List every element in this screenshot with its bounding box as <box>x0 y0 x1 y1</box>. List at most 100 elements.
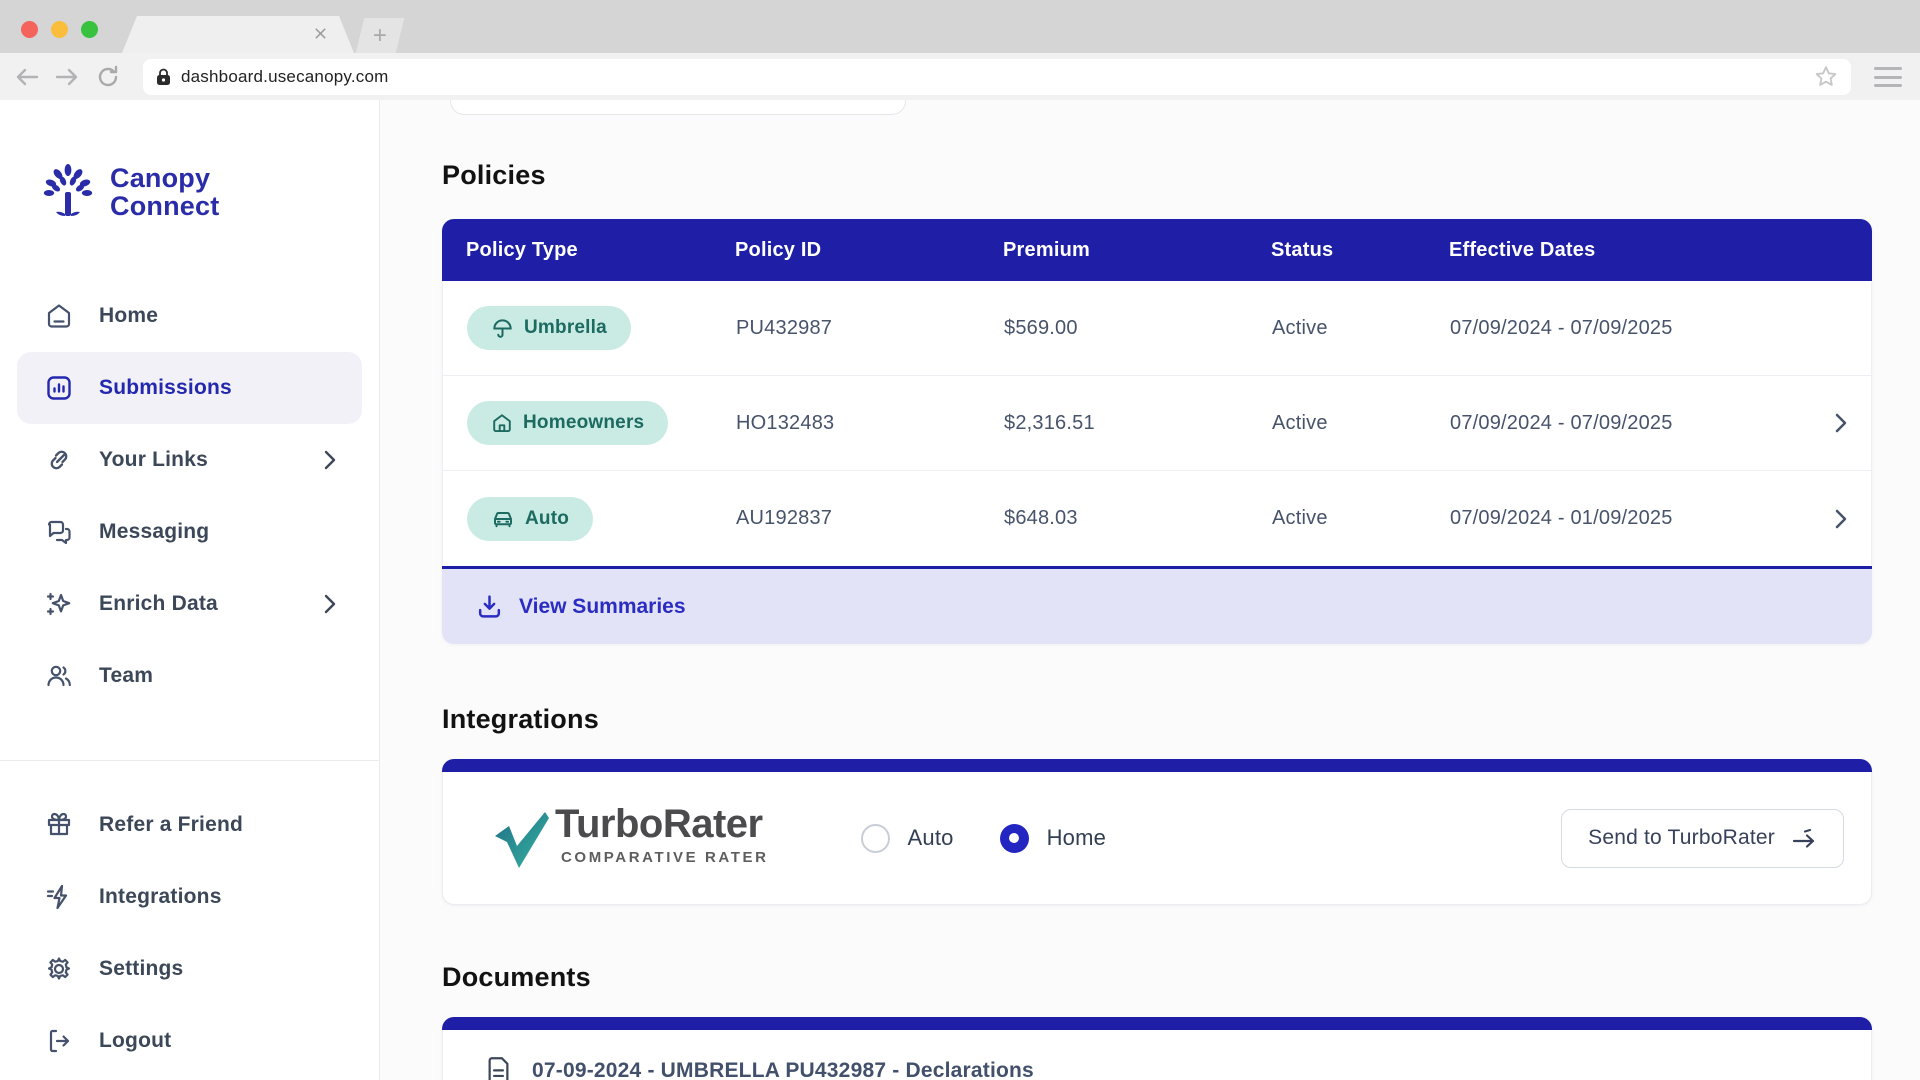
turborater-tagline: COMPARATIVE RATER <box>561 849 769 866</box>
sidebar-item-messaging[interactable]: Messaging <box>0 496 379 568</box>
policy-id-cell: PU432987 <box>736 316 833 339</box>
status-cell: Active <box>1272 507 1328 529</box>
policy-id-cell: HO132483 <box>736 411 835 434</box>
chevron-right-icon <box>324 594 336 614</box>
documents-card: 07-09-2024 - UMBRELLA PU432987 - Declara… <box>442 1017 1872 1080</box>
table-row-auto[interactable]: Auto AU192837 $648.03 Active 07/09/2024 … <box>442 471 1872 566</box>
canopy-connect-logo[interactable]: Canopy Connect <box>40 162 379 222</box>
turborater-check-icon <box>495 812 549 868</box>
col-effective-dates: Effective Dates <box>1449 238 1596 261</box>
sidebar-item-integrations[interactable]: Integrations <box>0 861 379 933</box>
send-to-turborater-button[interactable]: Send to TurboRater <box>1561 808 1844 868</box>
sidebar-item-label: Messaging <box>99 520 210 543</box>
effective-dates-cell: 07/09/2024 - 07/09/2025 <box>1450 316 1673 339</box>
turborater-logo: TurboRater COMPARATIVE RATER <box>489 802 769 874</box>
document-row[interactable]: 07-09-2024 - UMBRELLA PU432987 - Declara… <box>443 1030 1871 1080</box>
chevron-right-icon <box>324 450 336 470</box>
close-window-button[interactable] <box>21 21 38 38</box>
radio-home[interactable]: Home <box>999 823 1107 853</box>
sidebar-item-label: Logout <box>99 1029 172 1052</box>
turborater-name: TurboRater <box>555 802 763 846</box>
radio-circle-icon[interactable] <box>860 823 890 853</box>
sidebar-divider <box>0 760 379 761</box>
card-accent-bar <box>442 759 1872 772</box>
link-icon <box>50 450 68 470</box>
umbrella-icon <box>493 318 512 338</box>
new-tab-button[interactable]: + <box>355 18 405 53</box>
status-cell: Active <box>1272 411 1328 434</box>
policy-type-badge: Homeowners <box>467 401 669 445</box>
scrolled-card-edge <box>450 100 906 115</box>
bookmark-star-icon[interactable] <box>1813 64 1839 90</box>
sidebar-item-label: Settings <box>99 957 184 980</box>
premium-cell: $648.03 <box>1004 507 1078 529</box>
team-icon <box>47 665 71 687</box>
sidebar-item-logout[interactable]: Logout <box>0 1005 379 1077</box>
table-row-homeowners[interactable]: Homeowners HO132483 $2,316.51 Active 07/… <box>442 376 1872 471</box>
reload-button[interactable] <box>96 65 120 89</box>
radio-auto[interactable]: Auto <box>860 823 954 853</box>
sidebar-item-label: Enrich Data <box>99 592 218 615</box>
policies-heading: Policies <box>442 160 546 190</box>
sidebar-item-your-links[interactable]: Your Links <box>0 424 379 496</box>
sparkles-icon <box>46 592 71 616</box>
premium-cell: $2,316.51 <box>1004 411 1095 434</box>
forward-button[interactable] <box>54 66 80 88</box>
canopy-tree-icon <box>43 164 93 216</box>
url-bar[interactable]: dashboard.usecanopy.com <box>143 59 1851 95</box>
sidebar-footer-nav: Refer a Friend Integrations Settings Log… <box>0 789 379 1077</box>
url-text: dashboard.usecanopy.com <box>181 67 389 86</box>
policy-type-badge: Umbrella <box>467 306 631 350</box>
main-content: Policies Policy Type Policy ID Premium S… <box>380 100 1920 1080</box>
sidebar-item-label: Refer a Friend <box>99 813 244 836</box>
maximize-window-button[interactable] <box>81 21 98 38</box>
sidebar-nav: Home Submissions Your Links Messaging En… <box>0 280 379 712</box>
integration-card: TurboRater COMPARATIVE RATER Auto Home S… <box>442 759 1872 905</box>
documents-heading: Documents <box>442 962 591 992</box>
policy-select-radios: Auto Home <box>860 823 1107 853</box>
integrations-heading: Integrations <box>442 704 599 734</box>
sidebar: Canopy Connect Home Submissions Your Lin… <box>0 100 380 1080</box>
policies-table-header: Policy Type Policy ID Premium Status Eff… <box>442 219 1872 281</box>
sidebar-item-home[interactable]: Home <box>0 280 379 352</box>
logo-wordmark: Canopy Connect <box>110 162 220 221</box>
view-summaries-row[interactable]: View Summaries <box>442 566 1872 644</box>
messaging-icon <box>47 520 71 545</box>
tab-close-icon[interactable] <box>313 26 328 41</box>
col-premium: Premium <box>1003 238 1090 261</box>
browser-menu-icon[interactable] <box>1874 67 1902 87</box>
zap-icon <box>46 884 68 910</box>
file-icon <box>488 1056 509 1080</box>
col-status: Status <box>1271 238 1334 261</box>
plus-icon: + <box>372 21 387 49</box>
chevron-right-icon[interactable] <box>1834 411 1848 435</box>
sidebar-item-enrich-data[interactable]: Enrich Data <box>0 568 379 640</box>
status-cell: Active <box>1272 316 1328 339</box>
sidebar-item-label: Integrations <box>99 885 222 908</box>
sidebar-item-label: Submissions <box>99 376 232 399</box>
view-summaries-link[interactable]: View Summaries <box>519 595 686 619</box>
document-name: 07-09-2024 - UMBRELLA PU432987 - Declara… <box>532 1059 1034 1080</box>
sidebar-item-submissions[interactable]: Submissions <box>17 352 362 424</box>
policies-table: Policy Type Policy ID Premium Status Eff… <box>442 219 1872 644</box>
submissions-icon <box>47 376 71 400</box>
col-policy-type: Policy Type <box>466 238 578 261</box>
minimize-window-button[interactable] <box>51 21 68 38</box>
browser-tab[interactable] <box>122 16 354 53</box>
sidebar-item-refer-a-friend[interactable]: Refer a Friend <box>0 789 379 861</box>
sidebar-item-team[interactable]: Team <box>0 640 379 712</box>
effective-dates-cell: 07/09/2024 - 07/09/2025 <box>1450 411 1673 434</box>
chevron-right-icon[interactable] <box>1834 507 1848 531</box>
sidebar-item-label: Team <box>99 664 154 687</box>
table-row-umbrella[interactable]: Umbrella PU432987 $569.00 Active 07/09/2… <box>442 281 1872 376</box>
gift-icon <box>47 812 71 836</box>
gear-icon <box>47 957 71 980</box>
premium-cell: $569.00 <box>1004 316 1078 339</box>
col-policy-id: Policy ID <box>735 238 822 261</box>
browser-titlebar: + <box>0 0 1920 53</box>
effective-dates-cell: 07/09/2024 - 01/09/2025 <box>1450 507 1673 529</box>
radio-circle-icon[interactable] <box>999 823 1029 853</box>
back-button[interactable] <box>14 66 40 88</box>
sidebar-item-settings[interactable]: Settings <box>0 933 379 1005</box>
sidebar-item-label: Home <box>99 304 159 327</box>
